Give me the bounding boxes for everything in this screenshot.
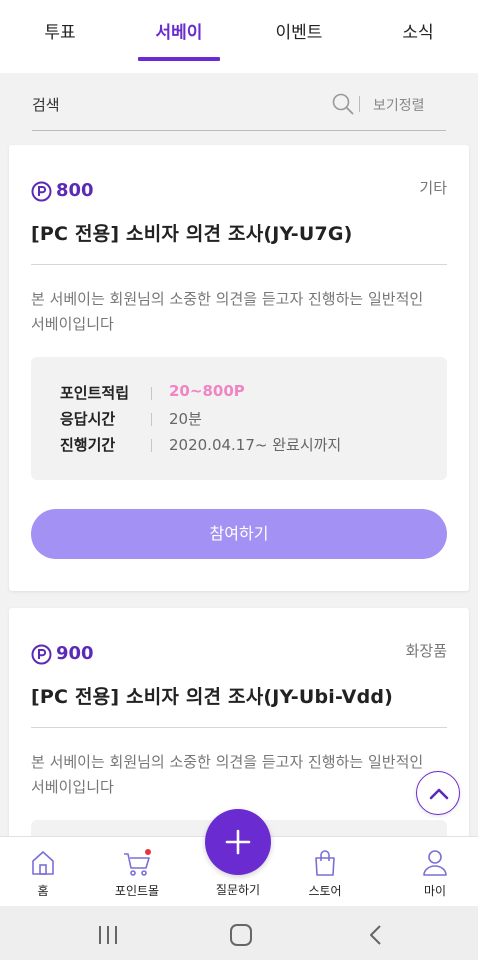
survey-category: 화장품 — [405, 642, 447, 660]
nav-ask-label: 질문하기 — [215, 883, 261, 897]
back-icon[interactable] — [364, 924, 388, 946]
info-row-period: 진행기간 2020.04.17~ 완료시까지 — [60, 434, 440, 456]
plus-icon — [225, 829, 251, 855]
person-icon — [423, 850, 447, 876]
nav-my[interactable]: 마이 — [390, 837, 478, 907]
top-tab-bar: 투표 서베이 이벤트 소식 — [0, 0, 478, 73]
info-label: 포인트적립 — [60, 384, 130, 402]
search-underline — [32, 130, 446, 131]
card-divider — [31, 727, 447, 728]
chevron-up-icon — [429, 788, 449, 800]
info-separator — [151, 439, 152, 452]
nav-store-label: 스토어 — [308, 884, 342, 898]
active-tab-indicator — [138, 57, 220, 61]
info-row-response-time: 응답시간 20분 — [60, 408, 440, 430]
tab-survey[interactable]: 서베이 — [139, 18, 219, 46]
survey-description: 본 서베이는 회원님의 소중한 의견을 듣고자 진행하는 일반적인 서베이입니다 — [31, 290, 424, 333]
nav-store[interactable]: 스토어 — [280, 837, 370, 907]
info-value: 20분 — [169, 410, 202, 428]
info-separator — [151, 413, 152, 426]
recent-apps-icon[interactable] — [96, 924, 120, 946]
nav-point-mall-label: 포인트몰 — [114, 884, 160, 898]
home-button-icon[interactable] — [229, 924, 253, 946]
join-survey-button[interactable]: 참여하기 — [31, 509, 447, 559]
search-divider — [359, 96, 360, 112]
survey-points: 900 — [56, 643, 94, 664]
tab-event[interactable]: 이벤트 — [263, 18, 335, 46]
info-label: 진행기간 — [60, 436, 116, 454]
survey-title: [PC 전용] 소비자 의견 조사(JY-Ubi-Vdd) — [31, 686, 394, 708]
info-row-points: 포인트적립 20~800P — [60, 382, 440, 404]
search-icon[interactable] — [332, 93, 354, 115]
nav-point-mall[interactable]: 포인트몰 — [92, 837, 182, 907]
point-icon — [31, 181, 52, 202]
survey-title: [PC 전용] 소비자 의견 조사(JY-U7G) — [31, 223, 353, 245]
shopping-bag-icon — [315, 850, 335, 876]
survey-card[interactable]: 800 기타 [PC 전용] 소비자 의견 조사(JY-U7G) 본 서베이는 … — [9, 145, 469, 591]
system-nav-bar — [0, 906, 478, 960]
nav-home-label: 홈 — [37, 884, 49, 898]
survey-category: 기타 — [419, 179, 447, 197]
survey-points: 800 — [56, 180, 94, 201]
info-value: 2020.04.17~ 완료시까지 — [169, 436, 342, 454]
nav-my-label: 마이 — [423, 884, 447, 898]
cart-icon — [124, 849, 151, 876]
scroll-top-button[interactable] — [416, 771, 460, 815]
search-input[interactable]: 검색 — [32, 94, 60, 115]
info-value: 20~800P — [169, 382, 245, 400]
tab-news[interactable]: 소식 — [388, 18, 448, 46]
ask-question-button[interactable] — [205, 809, 271, 875]
point-icon — [31, 644, 52, 665]
home-icon — [32, 851, 54, 875]
info-separator — [151, 387, 152, 400]
survey-description: 본 서베이는 회원님의 소중한 의견을 듣고자 진행하는 일반적인 서베이입니다 — [31, 753, 424, 796]
sort-button[interactable]: 보기정렬 — [373, 95, 425, 115]
survey-info-box: 포인트적립 20~800P 응답시간 20분 진행기간 2020.04.17~ … — [31, 357, 447, 480]
nav-home[interactable]: 홈 — [0, 837, 88, 907]
card-divider — [31, 264, 447, 265]
tab-vote[interactable]: 투표 — [30, 18, 90, 46]
info-label: 응답시간 — [60, 410, 116, 428]
